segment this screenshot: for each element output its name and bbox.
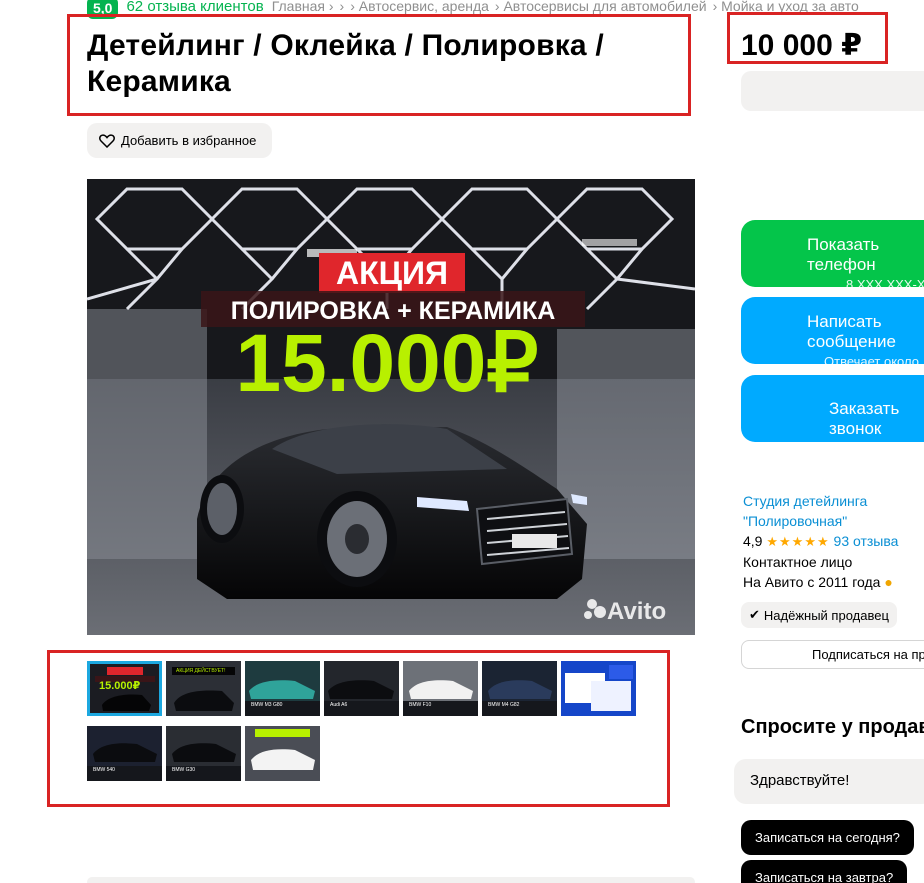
seller-name-link[interactable]: Студия детейлинга "Полировочная" <box>743 491 924 531</box>
thumbnail[interactable] <box>245 726 320 781</box>
seller-card: Студия детейлинга "Полировочная" 4,9 ★★★… <box>743 491 924 592</box>
main-photo[interactable]: АКЦИЯ ПОЛИРОВКА + КЕРАМИКА 15.000₽ Avito <box>87 179 695 635</box>
promo-title: АКЦИЯ <box>336 255 448 291</box>
rating-badge: 5,0 <box>87 0 119 19</box>
reliable-label: Надёжный продавец <box>763 607 889 623</box>
shield-icon: ✔ <box>749 607 760 622</box>
quick-reply-today[interactable]: Записаться на сегодня? <box>741 820 914 855</box>
breadcrumb-item[interactable]: › <box>340 0 345 14</box>
quick-reply-tomorrow[interactable]: Записаться на завтра? <box>741 860 908 883</box>
favorite-label: Добавить в избранное <box>121 133 257 148</box>
breadcrumb-item[interactable]: › Автосервисы для автомобилей <box>495 0 707 14</box>
seller-since-row: На Авито с 2011 года ● <box>743 572 924 592</box>
top-meta-row: 5,0 62 отзыва клиентов Главная › › › Авт… <box>87 0 924 22</box>
breadcrumb-item[interactable]: Главная › <box>272 0 334 14</box>
breadcrumb-item[interactable]: › Автосервис, аренда <box>350 0 489 14</box>
heart-icon <box>99 133 115 148</box>
medal-icon: ● <box>884 574 893 590</box>
breadcrumb-item[interactable]: › Мойка и уход за авто <box>713 0 859 14</box>
reliable-seller-badge: ✔ Надёжный продавец <box>741 602 897 628</box>
add-to-favorites-button[interactable]: Добавить в избранное <box>87 123 273 158</box>
listing-price: 10 000 ₽ <box>741 29 862 62</box>
photo-illustration: АКЦИЯ ПОЛИРОВКА + КЕРАМИКА 15.000₽ Avito <box>87 179 695 635</box>
price-details-box <box>741 71 924 111</box>
seller-reviews-link[interactable]: 93 отзыва <box>834 533 899 549</box>
bottom-section-edge <box>87 877 695 883</box>
message-input[interactable]: Здравствуйте! <box>734 759 924 804</box>
breadcrumb: Главная › › › Автосервис, аренда › Автос… <box>272 0 859 14</box>
ask-seller-title: Спросите у продавца <box>741 716 924 738</box>
thumbnail[interactable]: BMW M4 G82 <box>482 661 557 716</box>
seller-contact: Контактное лицо <box>743 554 853 570</box>
star-rating-icon: ★★★★★ <box>766 534 830 549</box>
thumbnail-strip: 15.000₽ АКЦИЯ ДЕЙСТВУЕТ! BMW M3 G80 Audi… <box>87 661 647 781</box>
reviews-link[interactable]: 62 отзыва клиентов <box>126 0 263 15</box>
thumbnail[interactable]: BMW G30 <box>166 726 241 781</box>
promo-price: 15.000₽ <box>236 318 539 409</box>
listing-title: Детейлинг / Оклейка / Полировка / Керами… <box>87 29 604 98</box>
thumbnail[interactable]: BMW F10 <box>403 661 478 716</box>
seller-rating: 4,9 <box>743 533 763 549</box>
thumbnail[interactable]: 15.000₽ <box>87 661 162 716</box>
thumbnail[interactable]: Audi A6 <box>324 661 399 716</box>
thumbnail[interactable]: BMW M3 G80 <box>245 661 320 716</box>
subscribe-seller-button[interactable]: Подписаться на продавца <box>741 640 924 669</box>
seller-since: На Авито с 2011 года <box>743 574 881 590</box>
thumbnail[interactable]: АКЦИЯ ДЕЙСТВУЕТ! <box>166 661 241 716</box>
thumbnail[interactable]: BMW 540 <box>87 726 162 781</box>
write-message-button[interactable]: Написать сообщение Отвечает около часа <box>741 297 924 384</box>
seller-rating-row: 4,9 ★★★★★ 93 отзыва <box>743 531 924 552</box>
order-call-button[interactable]: Заказать звонок <box>741 375 924 442</box>
thumbnail[interactable] <box>561 661 636 716</box>
show-phone-button[interactable]: Показать телефон 8 XXX XXX-XX-XX <box>741 220 924 307</box>
svg-text:Avito: Avito <box>607 598 666 625</box>
